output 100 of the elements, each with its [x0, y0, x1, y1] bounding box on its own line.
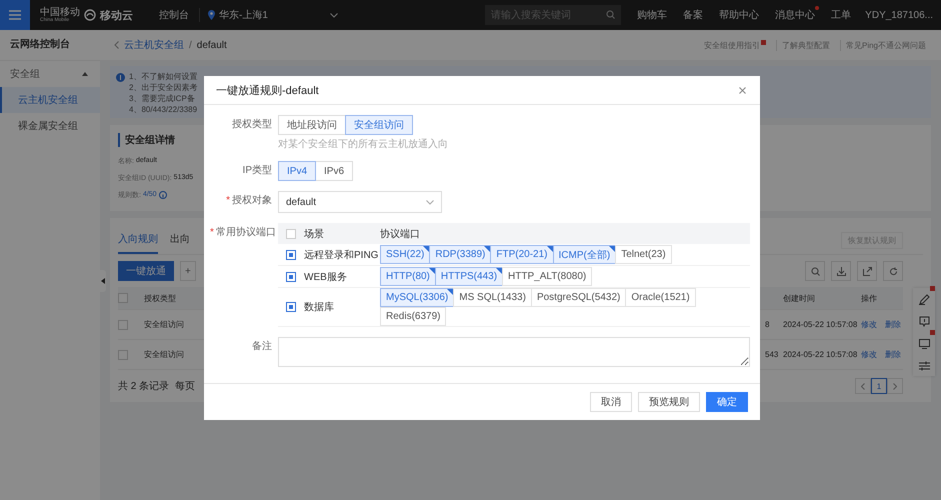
dialog-button[interactable]: 取消 — [590, 392, 632, 412]
checkbox[interactable] — [286, 302, 296, 312]
sidebar-group[interactable]: 安全组 — [0, 61, 100, 87]
required-mark: * — [226, 195, 230, 206]
help-link[interactable]: 安全组使用指引 — [698, 40, 771, 50]
form-label: 常用协议端口 — [216, 227, 276, 238]
table-cell-text: 远程登录和PING — [304, 248, 380, 262]
top-nav-link[interactable]: 购物车 — [629, 8, 676, 22]
tab[interactable]: 入向规则 — [118, 226, 158, 254]
quick-allow-button[interactable]: 一键放通 — [118, 261, 174, 281]
tab[interactable]: 出向 — [170, 226, 190, 254]
page-button[interactable]: 1 — [871, 378, 887, 394]
sliders-icon — [918, 360, 930, 370]
row-action-link[interactable]: 删除 — [885, 349, 901, 360]
port-option[interactable]: Oracle(1521) — [625, 288, 696, 307]
refresh-button[interactable] — [883, 261, 903, 281]
row-action-link[interactable]: 删除 — [885, 319, 901, 330]
column-header: 场景 — [304, 228, 325, 240]
table-cell-text: 安全组访问 — [143, 319, 184, 330]
back-icon — [114, 41, 119, 49]
form-label: 备注 — [251, 340, 272, 354]
form-label: IP类型 — [242, 164, 272, 178]
table-cell-text: WEB服务 — [304, 270, 348, 284]
target-select[interactable]: default — [278, 191, 442, 213]
screen-icon — [918, 338, 930, 348]
close-button[interactable] — [737, 84, 748, 96]
port-option[interactable]: PostgreSQL(5432) — [530, 288, 626, 307]
checkbox[interactable] — [286, 250, 296, 260]
remark-field[interactable] — [278, 337, 750, 367]
notice-text: 2、出于安全因素考 — [129, 82, 198, 93]
port-option[interactable]: MySQL(3306) — [380, 288, 454, 307]
row-action-link[interactable]: 修改 — [861, 349, 877, 360]
table-cell-text: 543 — [764, 350, 778, 359]
add-rule-button[interactable]: + — [180, 261, 196, 281]
download-icon — [836, 266, 846, 276]
port-option[interactable]: HTTP(80) — [380, 267, 436, 286]
sidebar-item[interactable]: 裸金属安全组 — [0, 113, 100, 139]
form-label: 授权类型 — [231, 118, 272, 132]
segment-option[interactable]: IPv4 — [278, 161, 316, 181]
edit-tool-button[interactable] — [913, 288, 935, 310]
notice-text: 3、需要完成ICP备 — [129, 93, 196, 104]
search-icon — [810, 266, 820, 276]
search-icon — [606, 10, 616, 19]
chevron-left-icon — [861, 382, 865, 390]
sidebar-item[interactable]: 云主机安全组 — [0, 87, 100, 113]
column-header: 授权类型 — [143, 292, 176, 304]
top-nav-link[interactable]: 帮助中心 — [711, 8, 768, 22]
row-action-link[interactable]: 修改 — [861, 319, 877, 330]
new-flag-icon — [930, 330, 935, 335]
table-cell-text: 8 — [764, 320, 770, 329]
search-button[interactable] — [805, 261, 825, 281]
port-option[interactable]: SSH(22) — [380, 245, 430, 264]
segment-option[interactable]: 安全组访问 — [345, 115, 413, 135]
chevron-down-icon — [330, 12, 338, 18]
port-option[interactable]: MS SQL(1433) — [453, 288, 532, 307]
page-size-label: 每页 — [175, 380, 196, 393]
user-account[interactable]: YDY_187106... — [859, 10, 941, 20]
port-option[interactable]: RDP(3389) — [429, 245, 492, 264]
form-label: 授权对象 — [232, 195, 272, 206]
top-nav-link[interactable]: 备案 — [675, 8, 712, 22]
next-page-button[interactable] — [887, 378, 903, 394]
help-link[interactable]: 了解典型配置 — [776, 40, 835, 50]
top-nav-link[interactable]: 消息中心 — [767, 8, 824, 22]
settings-tool-button[interactable] — [913, 354, 935, 376]
checkbox[interactable] — [286, 272, 296, 282]
port-option[interactable]: FTP(20-21) — [490, 245, 554, 264]
collapse-arrow-icon — [101, 278, 105, 284]
port-option[interactable]: HTTP_ALT(8080) — [502, 267, 592, 286]
menu-icon — [9, 10, 21, 20]
column-header: 操作 — [860, 292, 877, 304]
region-selector[interactable]: 华东-上海1 — [208, 8, 338, 22]
brand-name: 移动云 — [100, 8, 133, 22]
menu-button[interactable] — [0, 0, 30, 30]
column-header: 创建时间 — [782, 292, 815, 304]
notice-text: 1、不了解如何设置 — [129, 71, 198, 82]
collapse-handle[interactable] — [100, 270, 106, 292]
pencil-icon — [918, 294, 930, 304]
export-icon — [862, 266, 872, 276]
help-link[interactable]: 常见Ping不通公网问题 — [840, 40, 931, 50]
confirm-button[interactable]: 确定 — [706, 392, 748, 412]
prev-page-button[interactable] — [855, 378, 871, 394]
port-option[interactable]: ICMP(全部) — [552, 245, 616, 264]
close-icon — [739, 86, 746, 94]
export-button[interactable] — [857, 261, 877, 281]
port-option[interactable]: HTTPS(443) — [434, 267, 504, 286]
dialog-button[interactable]: 预览规则 — [638, 392, 700, 412]
table-cell-text: 安全组访问 — [143, 349, 184, 360]
chevron-right-icon — [893, 382, 897, 390]
breadcrumb-link[interactable]: 云主机安全组 — [124, 38, 184, 52]
record-count: 共 2 条记录 — [118, 380, 170, 393]
segment-option[interactable]: IPv6 — [315, 161, 354, 181]
table-cell-text: 数据库 — [304, 300, 335, 314]
top-nav-link[interactable]: 工单 — [823, 8, 860, 22]
table-cell-text: 2024-05-22 10:57:08 — [782, 350, 858, 359]
console-link[interactable]: 控制台 — [151, 8, 200, 22]
port-option[interactable]: Redis(6379) — [380, 307, 446, 326]
info-icon — [116, 73, 125, 82]
segment-option[interactable]: 地址段访问 — [278, 115, 346, 135]
download-button[interactable] — [831, 261, 851, 281]
port-option[interactable]: Telnet(23) — [615, 245, 672, 264]
